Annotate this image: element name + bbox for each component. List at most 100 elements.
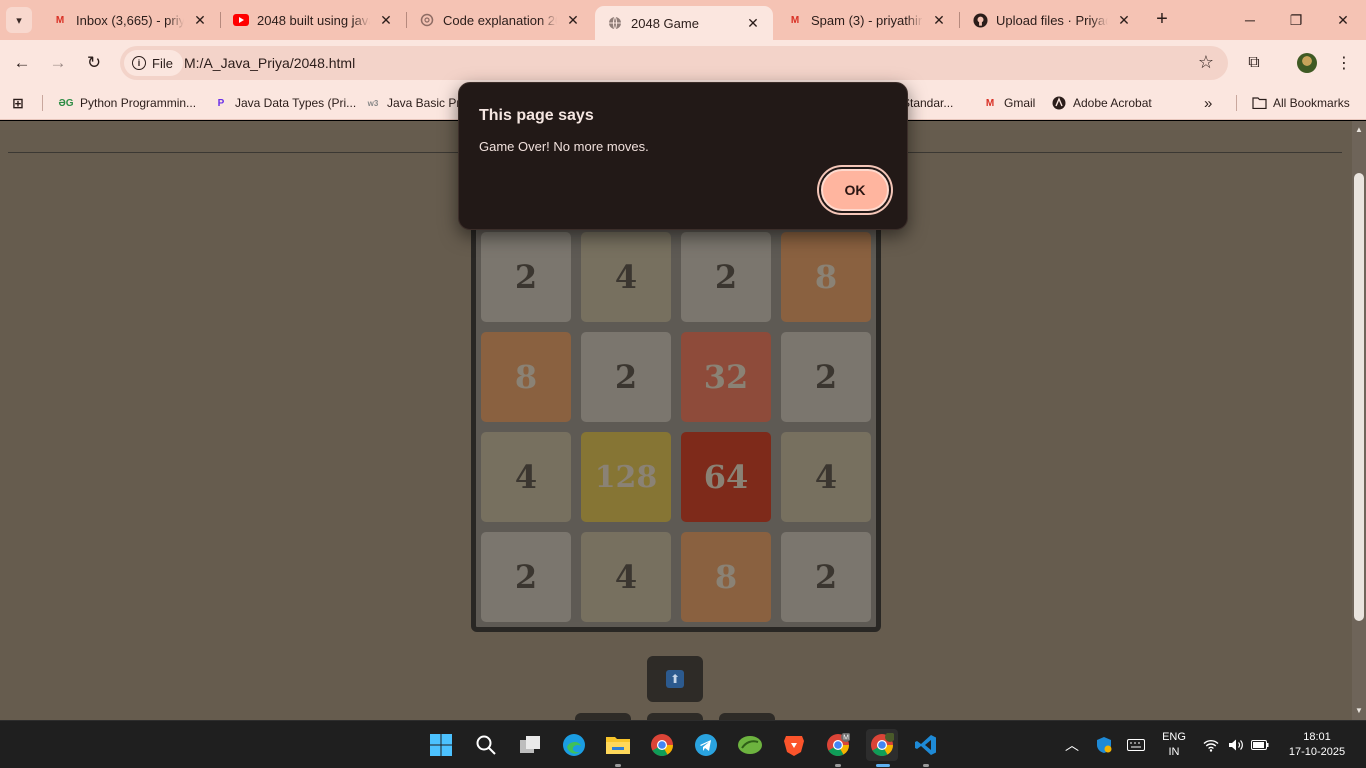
all-bookmarks-label: All Bookmarks <box>1273 96 1350 110</box>
brave-icon[interactable] <box>778 729 810 761</box>
spring-tool-icon[interactable] <box>734 729 766 761</box>
chrome-icon[interactable] <box>646 729 678 761</box>
profile-button[interactable] <box>1294 50 1320 76</box>
close-icon: ✕ <box>1337 11 1349 28</box>
all-bookmarks-button[interactable]: All Bookmarks <box>1251 93 1350 113</box>
bookmark-item[interactable]: ƏG Python Programmin... <box>58 93 196 113</box>
game-tile: 4 <box>581 232 671 322</box>
close-window-button[interactable]: ✕ <box>1320 0 1366 40</box>
bookmark-label: Java Data Types (Pri... <box>235 96 357 110</box>
windows-start-icon[interactable] <box>425 729 457 761</box>
site-info-chip[interactable]: i File <box>124 50 183 76</box>
reload-icon: ↻ <box>86 53 102 72</box>
scheme-label: File <box>152 55 173 71</box>
tab-github[interactable]: Upload files · Priyade ✕ <box>960 0 1144 40</box>
apps-button[interactable]: ⊞ <box>10 93 32 113</box>
scroll-down-icon[interactable]: ▼ <box>1352 704 1366 718</box>
telegram-icon[interactable] <box>690 729 722 761</box>
game-tile: 2 <box>481 532 571 622</box>
game-board: 2 4 2 8 8 2 32 2 4 128 64 4 2 4 8 2 <box>471 222 881 632</box>
task-view-icon[interactable] <box>514 729 546 761</box>
tab-chatgpt[interactable]: Code explanation 2048 ✕ <box>407 0 593 40</box>
bookmark-label: Adobe Acrobat <box>1073 96 1152 110</box>
move-left-button[interactable] <box>575 713 631 720</box>
bookmark-item[interactable]: P Java Data Types (Pri... <box>213 93 357 113</box>
adobe-icon <box>1051 95 1067 111</box>
tab-strip: ▾ M Inbox (3,665) - priyath ✕ 2048 built… <box>0 0 1366 40</box>
game-tile: 4 <box>781 432 871 522</box>
close-icon[interactable]: ✕ <box>929 10 949 30</box>
tab-2048-game[interactable]: 2048 Game ✕ <box>595 6 773 40</box>
bookmark-separator <box>1236 95 1237 111</box>
minimize-button[interactable]: ─ <box>1227 0 1273 40</box>
close-icon[interactable]: ✕ <box>190 10 210 30</box>
more-bookmarks-button[interactable]: » <box>1204 93 1212 113</box>
bookmark-label: Gmail <box>1004 96 1036 110</box>
move-up-button[interactable]: ⬆ <box>647 656 703 702</box>
clock[interactable]: 18:01 17-10-2025 <box>1276 730 1358 760</box>
tab-spam[interactable]: M Spam (3) - priyathiru ✕ <box>775 0 959 40</box>
scroll-up-icon[interactable]: ▲ <box>1352 123 1366 137</box>
gmail-icon: M <box>790 14 800 26</box>
bookmark-separator <box>42 95 43 111</box>
extensions-button[interactable]: ⧉ <box>1241 50 1267 76</box>
menu-button[interactable]: ⋮ <box>1331 50 1357 76</box>
bookmark-item[interactable]: w3 Java Basic Pro <box>365 93 467 113</box>
tab-youtube[interactable]: 2048 built using java ✕ <box>221 0 406 40</box>
address-bar[interactable]: i File M:/A_Java_Priya/2048.html ☆ <box>120 46 1228 80</box>
game-tile: 2 <box>781 332 871 422</box>
restore-button[interactable]: ❐ <box>1273 0 1319 40</box>
move-down-button[interactable] <box>647 713 703 720</box>
back-button[interactable]: ← <box>8 49 36 77</box>
tab-title: Code explanation 2048 <box>443 12 557 28</box>
new-tab-button[interactable]: + <box>1150 8 1174 32</box>
bookmark-label: Standar... <box>902 96 954 110</box>
volume-icon[interactable] <box>1225 721 1247 768</box>
running-indicator <box>835 764 841 767</box>
battery-icon[interactable] <box>1249 721 1271 768</box>
bookmark-item[interactable]: M Gmail <box>982 93 1036 113</box>
wifi-icon[interactable] <box>1200 721 1222 768</box>
keyboard-icon[interactable] <box>1124 721 1148 768</box>
edge-icon[interactable] <box>558 729 590 761</box>
youtube-icon <box>233 12 249 28</box>
show-hidden-icons-button[interactable]: ︿ <box>1060 721 1084 768</box>
close-icon[interactable]: ✕ <box>743 13 763 33</box>
vscode-icon[interactable] <box>910 729 942 767</box>
page-scrollbar[interactable]: ▲ ▼ <box>1352 121 1366 720</box>
avatar <box>1297 53 1317 73</box>
close-icon[interactable]: ✕ <box>1114 10 1134 30</box>
ok-button[interactable]: OK <box>821 169 889 211</box>
gfg-icon: ƏG <box>58 97 74 109</box>
language-indicator[interactable]: ENG IN <box>1156 730 1192 760</box>
region-code: IN <box>1168 746 1180 758</box>
bookmark-item[interactable]: Standar... <box>902 93 953 113</box>
arrow-left-icon: ← <box>13 53 31 72</box>
url-text[interactable]: M:/A_Java_Priya/2048.html <box>184 55 355 71</box>
gmail-icon: M <box>985 97 995 109</box>
minimize-icon: ─ <box>1245 12 1255 28</box>
close-icon[interactable]: ✕ <box>563 10 583 30</box>
tab-inbox[interactable]: M Inbox (3,665) - priyath ✕ <box>40 0 220 40</box>
reload-button[interactable]: ↻ <box>80 49 108 77</box>
bookmark-item[interactable]: Adobe Acrobat <box>1051 93 1152 113</box>
file-explorer-icon[interactable] <box>602 729 634 767</box>
chevron-up-icon: ︿ <box>1065 737 1079 753</box>
security-icon[interactable] <box>1092 721 1116 768</box>
p-icon: P <box>217 97 225 109</box>
chrome-profile-icon[interactable] <box>866 729 898 767</box>
tab-title: 2048 Game <box>631 15 699 31</box>
chrome-profile-m-icon[interactable]: M <box>822 729 854 767</box>
search-icon[interactable] <box>470 729 502 761</box>
move-right-button[interactable] <box>719 713 775 720</box>
scrollbar-thumb[interactable] <box>1354 173 1364 621</box>
info-icon: i <box>132 56 146 70</box>
tab-title: Inbox (3,665) - priyath <box>76 12 184 28</box>
game-tile: 4 <box>581 532 671 622</box>
tab-search-button[interactable]: ▾ <box>6 7 32 33</box>
bookmark-star-icon[interactable]: ☆ <box>1198 52 1214 73</box>
gmail-icon: M <box>55 14 65 26</box>
close-icon[interactable]: ✕ <box>376 10 396 30</box>
game-tile: 128 <box>581 432 671 522</box>
forward-button[interactable]: → <box>44 49 72 77</box>
